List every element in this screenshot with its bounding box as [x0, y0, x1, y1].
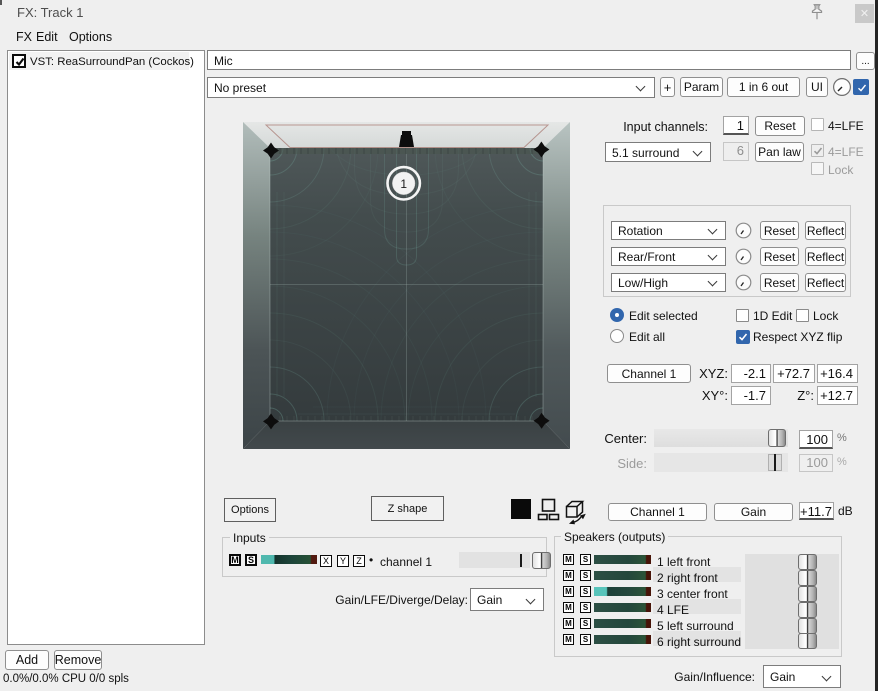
svg-text:1: 1: [400, 177, 407, 191]
